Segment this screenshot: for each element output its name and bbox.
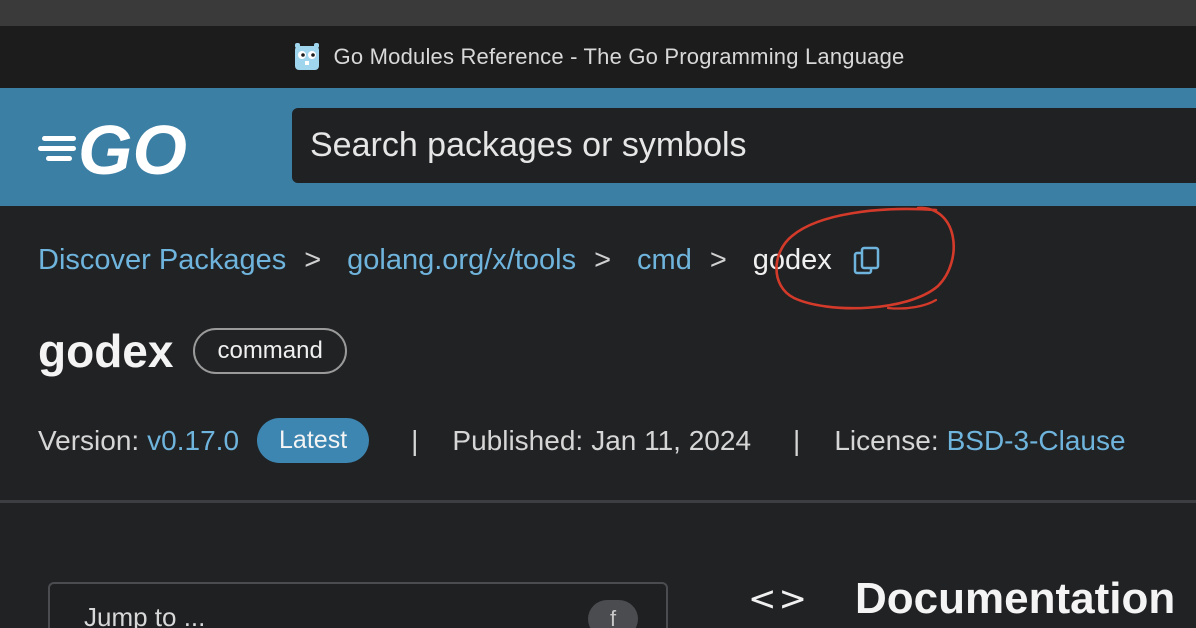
browser-top-strip <box>0 0 1196 26</box>
package-header: godex command <box>38 324 347 378</box>
search-input[interactable] <box>310 126 1196 165</box>
package-kind-badge: command <box>193 328 347 374</box>
version-link[interactable]: v0.17.0 <box>147 425 239 457</box>
meta-separator: | <box>793 424 801 456</box>
go-logo-text: GO <box>78 111 187 188</box>
breadcrumb-current: godex <box>752 244 832 276</box>
license-label: License: <box>834 424 939 456</box>
version-label: Version: <box>38 424 140 456</box>
jump-to-box[interactable]: Jump to ... f <box>48 582 668 628</box>
breadcrumb-golang-tools[interactable]: golang.org/x/tools <box>347 244 576 277</box>
package-meta: Version: v0.17.0 Latest | Published: Jan… <box>38 418 1196 463</box>
window-title: Go Modules Reference - The Go Programmin… <box>333 44 905 69</box>
section-divider <box>0 500 1196 503</box>
site-header: GO <box>0 88 1196 206</box>
go-logo-icon[interactable]: GO <box>38 108 218 188</box>
license-link[interactable]: BSD-3-Clause <box>947 425 1126 457</box>
breadcrumb-separator: > <box>304 244 322 276</box>
published-label: Published: <box>452 424 584 456</box>
breadcrumb-separator: > <box>594 244 612 276</box>
breadcrumb-separator: > <box>709 244 727 276</box>
keyboard-shortcut-badge: f <box>588 600 638 628</box>
search-box[interactable] <box>292 108 1196 183</box>
copy-icon[interactable] <box>852 245 882 277</box>
documentation-heading: <> Documentation <box>748 574 1175 624</box>
published-date: Jan 11, 2024 <box>591 424 752 456</box>
gopher-favicon-icon <box>294 43 319 70</box>
window-titlebar: Go Modules Reference - The Go Programmin… <box>0 26 1196 88</box>
meta-separator: | <box>411 424 419 456</box>
breadcrumb-discover-packages[interactable]: Discover Packages <box>38 244 286 277</box>
jump-to-label: Jump to ... <box>84 601 206 628</box>
code-icon: <> <box>748 579 809 619</box>
package-name: godex <box>38 325 174 377</box>
breadcrumb: Discover Packages > golang.org/x/tools >… <box>38 244 882 277</box>
documentation-title: Documentation <box>854 574 1176 623</box>
breadcrumb-cmd[interactable]: cmd <box>637 244 692 277</box>
latest-badge: Latest <box>257 418 370 463</box>
